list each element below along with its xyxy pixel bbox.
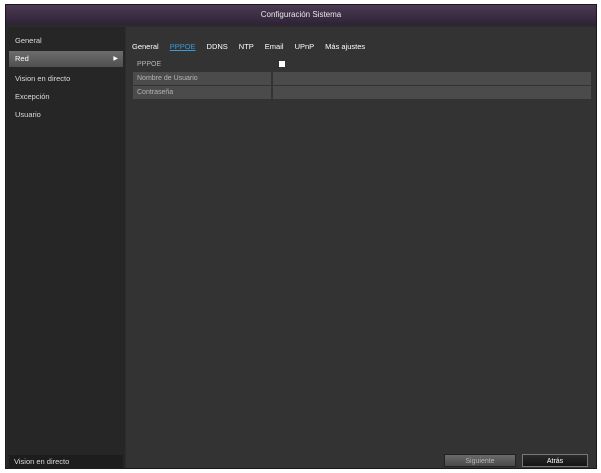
- pppoe-form: PPPOE Nombre de Usuario Contraseña: [133, 58, 591, 100]
- window-title: Configuración Sistema: [6, 5, 596, 25]
- tab-upnp[interactable]: UPnP: [295, 40, 315, 54]
- tab-mas-ajustes[interactable]: Más ajustes: [325, 40, 365, 54]
- sidebar: General Red ▶ Vision en directo Excepció…: [7, 27, 125, 468]
- sidebar-item-label: Vision en directo: [15, 74, 71, 83]
- sidebar-item-label: General: [15, 36, 42, 45]
- tab-email[interactable]: Email: [265, 40, 284, 54]
- live-view-button[interactable]: Vision en directo: [9, 455, 123, 469]
- pppoe-row: PPPOE: [133, 58, 591, 71]
- sidebar-item-usuario[interactable]: Usuario: [9, 107, 123, 123]
- sidebar-item-excepcion[interactable]: Excepción: [9, 89, 123, 105]
- sidebar-item-general[interactable]: General: [9, 33, 123, 49]
- tab-bar: General PPPOE DDNS NTP Email UPnP Más aj…: [132, 40, 376, 54]
- username-row: Nombre de Usuario: [133, 72, 591, 85]
- password-row: Contraseña: [133, 86, 591, 99]
- pppoe-label: PPPOE: [137, 61, 162, 68]
- tab-ntp[interactable]: NTP: [239, 40, 254, 54]
- tab-general[interactable]: General: [132, 40, 159, 54]
- sidebar-item-vision-en-directo[interactable]: Vision en directo: [9, 71, 123, 87]
- sidebar-item-label: Red: [15, 54, 29, 63]
- pppoe-enable-checkbox[interactable]: [279, 61, 285, 67]
- password-field[interactable]: [273, 86, 591, 99]
- sidebar-item-red[interactable]: Red ▶: [9, 51, 123, 67]
- back-button[interactable]: Atrás: [522, 454, 588, 467]
- system-config-window: Configuración Sistema General Red ▶ Visi…: [5, 4, 597, 469]
- username-field[interactable]: [273, 72, 591, 85]
- tab-ddns[interactable]: DDNS: [207, 40, 228, 54]
- next-button[interactable]: Siguiente: [444, 454, 516, 467]
- sidebar-item-label: Excepción: [15, 92, 50, 101]
- chevron-right-icon: ▶: [113, 56, 118, 62]
- main-panel: General PPPOE DDNS NTP Email UPnP Más aj…: [126, 27, 596, 468]
- password-label: Contraseña: [133, 86, 271, 99]
- username-label: Nombre de Usuario: [133, 72, 271, 85]
- sidebar-item-label: Usuario: [15, 110, 41, 119]
- tab-pppoe[interactable]: PPPOE: [170, 40, 196, 54]
